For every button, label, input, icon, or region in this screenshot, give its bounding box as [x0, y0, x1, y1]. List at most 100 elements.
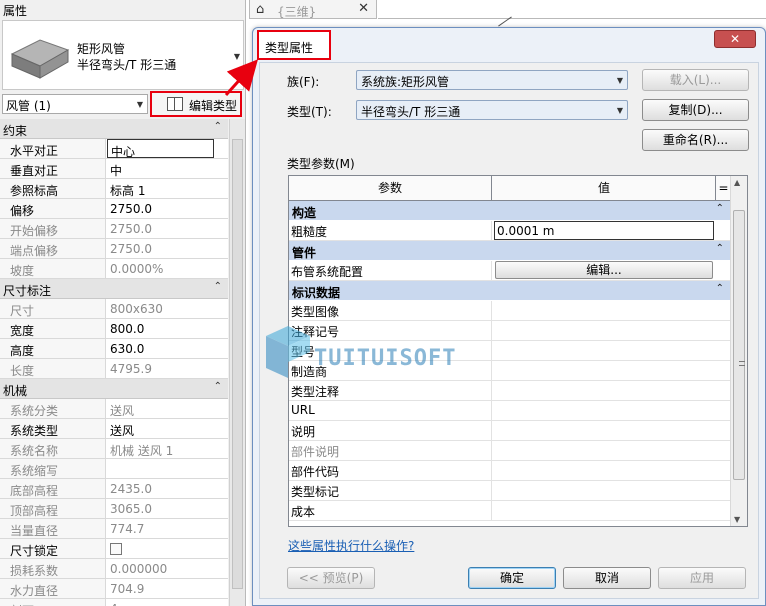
parameter-value[interactable]	[493, 461, 730, 480]
property-row[interactable]: 顶部高程 3065.0	[0, 499, 228, 519]
parameter-row[interactable]: 成本	[289, 501, 730, 521]
property-group-header[interactable]: 约束 ⌃	[0, 119, 228, 139]
help-link[interactable]: 这些属性执行什么操作?	[288, 537, 414, 554]
parameter-row[interactable]: 类型标记	[289, 481, 730, 501]
ok-button[interactable]: 确定	[468, 567, 556, 589]
property-value[interactable]	[107, 539, 228, 558]
property-value: 4	[107, 599, 228, 606]
property-name: 系统缩写	[0, 459, 106, 478]
type-selector[interactable]: 矩形风管 半径弯头/T 形三通 ▼	[2, 20, 244, 90]
property-value[interactable]: 800.0	[107, 319, 228, 338]
parameter-row[interactable]: 说明	[289, 421, 730, 441]
dialog-close-button[interactable]: ✕	[714, 30, 756, 48]
instance-properties-grid: 约束 ⌃ 水平对正 中心 垂直对正中参照标高 标高 1 偏移 2750.0 开始偏移 2750.0…	[0, 119, 228, 606]
property-row[interactable]: 垂直对正中	[0, 159, 228, 179]
parameter-row[interactable]: 粗糙度 0.0001 m	[289, 221, 730, 241]
parameter-value[interactable]: 编辑...	[493, 261, 730, 280]
property-name: 水力直径	[0, 579, 106, 598]
instance-filter-select[interactable]: 风管 (1) ▼	[2, 94, 148, 114]
type-value: 半径弯头/T 形三通	[361, 105, 461, 119]
property-row[interactable]: 水力直径 704.9	[0, 579, 228, 599]
property-row[interactable]: 长度 4795.9	[0, 359, 228, 379]
table-scrollbar[interactable]: ▲ ▼	[730, 176, 747, 526]
rename-button[interactable]: 重命名(R)...	[642, 129, 749, 151]
property-row[interactable]: 偏移 2750.0	[0, 199, 228, 219]
collapse-icon[interactable]: ⌃	[716, 243, 724, 254]
property-row[interactable]: 参照标高 标高 1	[0, 179, 228, 199]
parameter-value[interactable]	[493, 441, 730, 460]
parameter-value[interactable]	[493, 341, 730, 360]
property-value[interactable]: 中心	[107, 139, 214, 159]
type-combo[interactable]: 半径弯头/T 形三通 ▼	[356, 100, 628, 120]
property-row[interactable]: 剖面4	[0, 599, 228, 606]
property-row[interactable]: 高度 630.0	[0, 339, 228, 359]
collapse-icon[interactable]: ⌃	[214, 381, 222, 392]
cancel-button[interactable]: 取消	[563, 567, 651, 589]
family-combo[interactable]: 系统族:矩形风管 ▼	[356, 70, 628, 90]
property-row[interactable]: 系统分类 送风	[0, 399, 228, 419]
parameter-row[interactable]: 类型图像	[289, 301, 730, 321]
parameter-value[interactable]	[493, 481, 730, 500]
table-scroll-thumb[interactable]	[733, 210, 745, 480]
view-tab-3d[interactable]: ⌂ {三维} ✕	[249, 0, 377, 19]
property-row[interactable]: 系统名称 机械 送风 1	[0, 439, 228, 459]
duplicate-button[interactable]: 复制(D)...	[642, 99, 749, 121]
property-row[interactable]: 水平对正 中心	[0, 139, 228, 159]
property-group-header[interactable]: 机械 ⌃	[0, 379, 228, 399]
checkbox[interactable]	[110, 543, 122, 555]
property-row[interactable]: 尺寸锁定	[0, 539, 228, 559]
parameter-row[interactable]: 部件代码	[289, 461, 730, 481]
property-row[interactable]: 宽度 800.0	[0, 319, 228, 339]
parameter-value[interactable]	[493, 301, 730, 320]
property-name: 垂直对正	[0, 159, 106, 178]
parameter-group-header[interactable]: 构造 ⌃	[289, 201, 730, 221]
palette-scrollbar[interactable]	[229, 119, 245, 606]
property-row[interactable]: 开始偏移 2750.0	[0, 219, 228, 239]
property-value[interactable]: 送风	[107, 419, 228, 438]
collapse-icon[interactable]: ⌃	[716, 283, 724, 294]
palette-scroll-thumb[interactable]	[232, 139, 243, 589]
parameter-name: 类型图像	[289, 301, 492, 320]
parameter-value[interactable]	[493, 421, 730, 440]
parameter-group-header[interactable]: 标识数据 ⌃	[289, 281, 730, 301]
property-value[interactable]: 中	[107, 159, 228, 178]
collapse-icon[interactable]: ⌃	[214, 281, 222, 292]
property-row[interactable]: 坡度 0.0000%	[0, 259, 228, 279]
property-row[interactable]: 端点偏移 2750.0	[0, 239, 228, 259]
collapse-icon[interactable]: ⌃	[716, 203, 724, 214]
property-row[interactable]: 损耗系数 0.000000	[0, 559, 228, 579]
parameter-row[interactable]: 类型注释	[289, 381, 730, 401]
property-value[interactable]: 630.0	[107, 339, 228, 358]
parameter-value[interactable]	[493, 321, 730, 340]
property-row[interactable]: 系统缩写	[0, 459, 228, 479]
roughness-field[interactable]: 0.0001 m	[494, 221, 714, 240]
close-view-icon[interactable]: ✕	[358, 1, 369, 16]
edit-routing-button[interactable]: 编辑...	[495, 261, 713, 279]
watermark-logo: TUITUISOFT	[262, 322, 502, 382]
parameter-row[interactable]: 部件说明	[289, 441, 730, 461]
parameter-value[interactable]	[493, 361, 730, 380]
scroll-up-icon[interactable]: ▲	[734, 178, 740, 187]
collapse-icon[interactable]: ⌃	[214, 121, 222, 132]
property-value[interactable]: 标高 1	[107, 179, 228, 198]
type-dropdown-icon[interactable]: ▼	[234, 52, 240, 61]
property-row[interactable]: 系统类型 送风	[0, 419, 228, 439]
property-row[interactable]: 尺寸 800x630	[0, 299, 228, 319]
parameter-value[interactable]	[493, 501, 730, 520]
parameter-group-header[interactable]: 管件 ⌃	[289, 241, 730, 261]
parameter-row[interactable]: 布管系统配置 编辑...	[289, 261, 730, 281]
parameter-value[interactable]	[493, 381, 730, 400]
property-row[interactable]: 当量直径 774.7	[0, 519, 228, 539]
property-row[interactable]: 底部高程 2435.0	[0, 479, 228, 499]
edit-type-button[interactable]: 编辑类型	[150, 91, 242, 117]
apply-button[interactable]: 应用	[658, 567, 746, 589]
property-value[interactable]: 2750.0	[107, 199, 228, 218]
load-button[interactable]: 载入(L)...	[642, 69, 749, 91]
parameter-value[interactable]: 0.0001 m	[493, 221, 730, 240]
parameter-value[interactable]	[493, 401, 730, 420]
scroll-down-icon[interactable]: ▼	[734, 515, 740, 524]
parameter-name: URL	[289, 401, 492, 420]
parameter-row[interactable]: URL	[289, 401, 730, 421]
property-group-header[interactable]: 尺寸标注 ⌃	[0, 279, 228, 299]
preview-button[interactable]: << 预览(P)	[287, 567, 375, 589]
